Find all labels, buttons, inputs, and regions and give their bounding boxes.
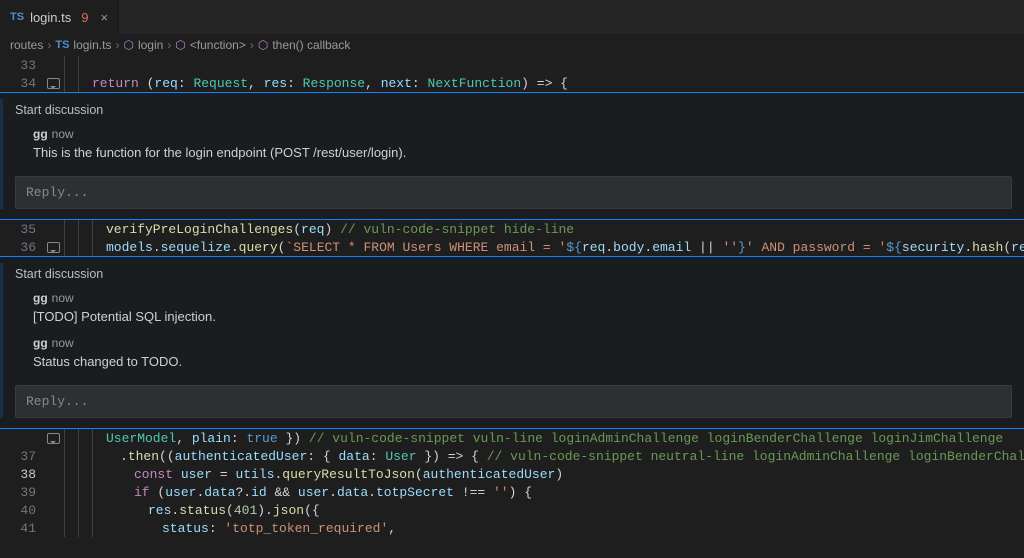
add-comment-icon[interactable] (42, 242, 64, 253)
chevron-icon: › (115, 38, 119, 52)
code-content: .then((authenticatedUser: { data: User }… (120, 449, 1024, 464)
discussion-thread: Start discussion ggnow This is the funct… (0, 92, 1024, 220)
line-number: 36 (0, 240, 42, 255)
discussion-entry[interactable]: ggnow Status changed to TODO. (3, 334, 1024, 379)
breadcrumb-item[interactable]: <function> (190, 38, 246, 52)
discussion-thread: Start discussion ggnow [TODO] Potential … (0, 256, 1024, 429)
symbol-icon: ⬡ (175, 38, 185, 52)
code-content: verifyPreLoginChallenges(req) // vuln-co… (106, 222, 574, 237)
code-line[interactable]: 36 models.sequelize.query(`SELECT * FROM… (0, 238, 1024, 256)
code-line[interactable]: 39 if (user.data?.id && user.data.totpSe… (0, 483, 1024, 501)
breadcrumb-item[interactable]: login (138, 38, 163, 52)
tab-bar: TS login.ts 9 × (0, 0, 1024, 34)
code-line[interactable]: 37 .then((authenticatedUser: { data: Use… (0, 447, 1024, 465)
line-number: 38 (0, 467, 42, 482)
symbol-icon: ⬡ (123, 38, 133, 52)
tab-filename: login.ts (30, 10, 71, 25)
code-line[interactable]: 34 return (req: Request, res: Response, … (0, 74, 1024, 92)
discussion-entry[interactable]: ggnow [TODO] Potential SQL injection. (3, 289, 1024, 334)
code-line[interactable]: 38 const user = utils.queryResultToJson(… (0, 465, 1024, 483)
chevron-icon: › (167, 38, 171, 52)
line-number: 40 (0, 503, 42, 518)
entry-meta: ggnow (33, 336, 1012, 350)
code-content: UserModel, plain: true }) // vuln-code-s… (106, 431, 1003, 446)
line-number: 39 (0, 485, 42, 500)
line-number: 37 (0, 449, 42, 464)
chevron-icon: › (47, 38, 51, 52)
line-number: 34 (0, 76, 42, 91)
code-content: if (user.data?.id && user.data.totpSecre… (134, 485, 532, 500)
code-line[interactable]: 35 verifyPreLoginChallenges(req) // vuln… (0, 220, 1024, 238)
breadcrumb[interactable]: routes › TS login.ts › ⬡ login › ⬡ <func… (0, 34, 1024, 56)
code-content: res.status(401).json({ (148, 503, 320, 518)
code-line[interactable]: 40 res.status(401).json({ (0, 501, 1024, 519)
tab-problem-count: 9 (81, 10, 88, 25)
entry-body: [TODO] Potential SQL injection. (33, 309, 1012, 324)
code-line[interactable]: 33 (0, 56, 1024, 74)
typescript-icon: TS (10, 11, 24, 23)
code-line[interactable]: UserModel, plain: true }) // vuln-code-s… (0, 429, 1024, 447)
chevron-icon: › (250, 38, 254, 52)
breadcrumb-item[interactable]: then() callback (272, 38, 350, 52)
discussion-entry[interactable]: ggnow This is the function for the login… (3, 125, 1024, 170)
code-content: status: 'totp_token_required', (162, 521, 396, 536)
code-line[interactable]: 41 status: 'totp_token_required', (0, 519, 1024, 537)
typescript-icon: TS (55, 39, 69, 51)
code-content: const user = utils.queryResultToJson(aut… (134, 467, 563, 482)
line-number: 41 (0, 521, 42, 536)
code-content: return (req: Request, res: Response, nex… (92, 76, 568, 91)
line-number: 33 (0, 58, 42, 73)
reply-input[interactable]: Reply... (15, 176, 1012, 209)
discussion-heading: Start discussion (3, 263, 1024, 289)
add-comment-icon[interactable] (42, 433, 64, 444)
entry-meta: ggnow (33, 291, 1012, 305)
close-icon[interactable]: × (101, 10, 109, 25)
add-comment-icon[interactable] (42, 78, 64, 89)
breadcrumb-item[interactable]: login.ts (73, 38, 111, 52)
code-content: models.sequelize.query(`SELECT * FROM Us… (106, 240, 1024, 255)
entry-body: Status changed to TODO. (33, 354, 1012, 369)
discussion-heading: Start discussion (3, 99, 1024, 125)
editor-body[interactable]: 33 34 return (req: Request, res: Respons… (0, 56, 1024, 537)
symbol-icon: ⬡ (258, 38, 268, 52)
entry-body: This is the function for the login endpo… (33, 145, 1012, 160)
breadcrumb-item[interactable]: routes (10, 38, 43, 52)
reply-input[interactable]: Reply... (15, 385, 1012, 418)
editor-tab-login[interactable]: TS login.ts 9 × (0, 0, 119, 34)
line-number: 35 (0, 222, 42, 237)
entry-meta: ggnow (33, 127, 1012, 141)
